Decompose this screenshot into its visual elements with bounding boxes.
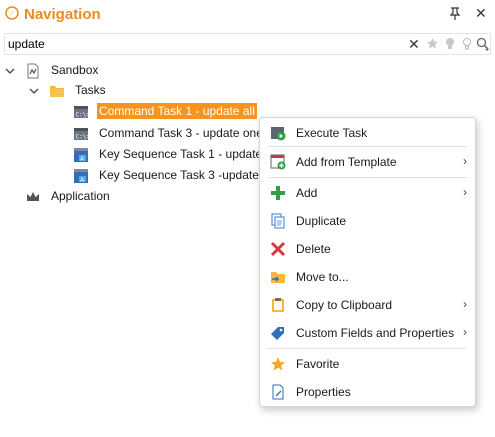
properties-document-icon (272, 384, 284, 400)
menu-item-move-to[interactable]: Move to... (260, 265, 475, 289)
menu-label-duplicate: Duplicate (296, 214, 347, 228)
add-from-template-icon (270, 154, 286, 170)
lightbulb-filter-icon[interactable] (445, 37, 455, 51)
menu-separator (268, 146, 467, 147)
menu-item-favorite[interactable]: Favorite (260, 352, 475, 376)
menu-label-copy-to-clipboard: Copy to Clipboard (296, 298, 393, 312)
tree-item-key-sequence-task-3[interactable]: A Key Sequence Task 3 -update o (0, 166, 269, 186)
context-menu: Execute Task Add from Template › Add › D… (259, 117, 476, 407)
menu-item-custom-fields[interactable]: Custom Fields and Properties › (260, 321, 475, 345)
tree-label-command-task-3: Command Task 3 - update one (99, 126, 263, 140)
chevron-down-icon[interactable] (29, 86, 39, 96)
search-options-icon[interactable] (476, 37, 490, 51)
submenu-arrow-icon: › (463, 325, 467, 339)
menu-item-copy-to-clipboard[interactable]: Copy to Clipboard › (260, 293, 475, 317)
submenu-arrow-icon: › (463, 185, 467, 199)
tree-item-command-task-3[interactable]: C:\> Command Task 3 - update one (0, 124, 263, 144)
sandbox-document-icon (27, 63, 39, 79)
tree-node-tasks[interactable]: Tasks (0, 81, 260, 101)
delete-x-icon (270, 241, 286, 257)
menu-label-add: Add (296, 186, 318, 200)
menu-item-duplicate[interactable]: Duplicate (260, 209, 475, 233)
tree-label-key-sequence-task-1: Key Sequence Task 1 - update a (99, 147, 273, 161)
menu-separator (268, 177, 467, 178)
key-sequence-task-icon: A (74, 148, 88, 162)
panel-title: Navigation (24, 6, 101, 23)
favorite-filter-star-icon[interactable] (426, 37, 439, 50)
tree-node-sandbox[interactable]: Sandbox (0, 61, 260, 81)
tree-item-key-sequence-task-1[interactable]: A Key Sequence Task 1 - update a (0, 145, 272, 165)
menu-label-delete: Delete (296, 242, 331, 256)
menu-item-properties[interactable]: Properties (260, 380, 475, 404)
clipboard-icon (272, 298, 284, 312)
lightbulb-outline-filter-icon[interactable] (462, 37, 472, 51)
tree-label-tasks: Tasks (75, 83, 106, 97)
command-task-icon: C:\> (74, 128, 90, 141)
menu-label-properties: Properties (296, 385, 351, 399)
svg-text:A: A (80, 177, 84, 183)
menu-item-execute-task[interactable]: Execute Task (260, 121, 475, 145)
folder-icon (50, 86, 64, 97)
key-sequence-task-icon: A (74, 169, 88, 183)
menu-separator (268, 348, 467, 349)
tree-label-command-task-1: Command Task 1 - update all (97, 103, 257, 119)
duplicate-icon (271, 213, 285, 229)
menu-label-move-to: Move to... (296, 270, 349, 284)
menu-label-execute-task: Execute Task (296, 126, 368, 140)
execute-task-icon (271, 127, 286, 141)
tree-item-command-task-1[interactable]: C:\> Command Task 1 - update all (0, 102, 260, 122)
move-to-folder-icon (271, 272, 285, 283)
svg-text:A: A (80, 156, 84, 162)
tree-label-key-sequence-task-3: Key Sequence Task 3 -update o (99, 168, 269, 182)
chevron-down-icon[interactable] (5, 66, 15, 76)
clear-search-button[interactable]: ✕ (408, 36, 420, 53)
command-task-icon: C:\> (74, 106, 90, 119)
svg-text:C:\>: C:\> (76, 112, 90, 119)
tag-icon (271, 327, 284, 340)
application-crown-icon (27, 192, 39, 201)
close-panel-button[interactable]: ✕ (475, 5, 487, 22)
add-plus-icon (271, 186, 285, 200)
navigation-compass-icon (5, 6, 19, 20)
pin-icon[interactable] (449, 7, 461, 21)
search-input[interactable]: update (8, 37, 45, 51)
menu-item-add-from-template[interactable]: Add from Template › (260, 150, 475, 174)
submenu-arrow-icon: › (463, 154, 467, 168)
submenu-arrow-icon: › (463, 297, 467, 311)
menu-item-delete[interactable]: Delete (260, 237, 475, 261)
menu-item-add[interactable]: Add › (260, 181, 475, 205)
svg-text:C:\>: C:\> (76, 134, 90, 141)
tree-label-sandbox: Sandbox (51, 63, 99, 77)
panel-titlebar: Navigation ✕ (0, 0, 495, 30)
menu-label-custom-fields: Custom Fields and Properties (296, 326, 455, 340)
tree-node-application[interactable]: Application (0, 187, 260, 207)
menu-label-favorite: Favorite (296, 357, 340, 371)
tree-label-application: Application (51, 189, 110, 203)
star-icon (271, 357, 285, 371)
search-bar: update ✕ (4, 33, 491, 55)
menu-label-add-from-template: Add from Template (296, 155, 397, 169)
